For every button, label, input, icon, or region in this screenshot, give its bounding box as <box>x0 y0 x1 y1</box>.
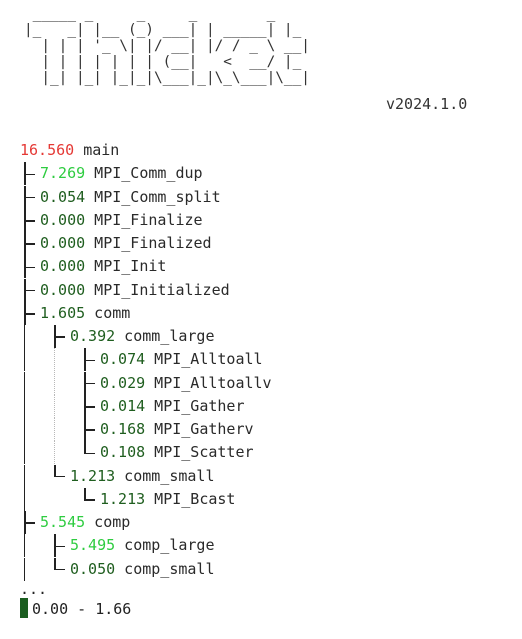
node-value: 5.495 <box>70 536 116 555</box>
tree-guide-line <box>54 371 56 395</box>
tree-node-comm: 1.605 comm <box>0 301 500 325</box>
tree-guide-line <box>24 487 26 511</box>
node-value: 1.213 <box>70 466 116 485</box>
tree-guide-line <box>24 325 26 348</box>
node-name: MPI_Alltoallv <box>145 373 272 392</box>
tree-guide-line <box>24 534 26 558</box>
node-name: MPI_Alltoall <box>145 350 263 369</box>
tree-guide-line <box>24 371 26 395</box>
tree-node-mpi-comm-dup: 7.269 MPI_Comm_dup <box>0 162 500 186</box>
node-name: MPI_Comm_split <box>85 187 221 206</box>
node-name: MPI_Finalize <box>85 210 203 229</box>
tree-guide-line <box>54 348 56 372</box>
tree-guide-line <box>24 394 26 418</box>
tree-guide-line <box>54 418 56 441</box>
node-name: MPI_Gatherv <box>145 420 254 438</box>
node-value: 0.108 <box>100 443 146 462</box>
node-name: MPI_Scatter <box>145 443 254 462</box>
node-name: MPI_Gather <box>145 396 245 415</box>
node-name: comm_small <box>115 466 215 485</box>
node-value: 0.000 <box>40 234 86 252</box>
node-name: comm_large <box>115 327 215 345</box>
tree-node-main: 16.560 main <box>0 139 500 162</box>
tree-node-comp-large: 5.495 comp_large <box>0 534 500 558</box>
tree-node-comp: 5.545 comp <box>0 511 500 534</box>
tree-guide-line <box>24 441 26 465</box>
tree-guide-line <box>54 394 56 418</box>
tree-node-mpi-alltoallv: 0.029 MPI_Alltoallv <box>0 371 500 395</box>
node-value: 0.168 <box>100 420 146 438</box>
tree-node-mpi-finalize: 0.000 MPI_Finalize <box>0 208 500 232</box>
node-value: 5.545 <box>40 513 86 531</box>
node-value: 0.014 <box>100 396 146 415</box>
tree-node-mpi-finalized: 0.000 MPI_Finalized <box>0 232 500 255</box>
node-value: 7.269 <box>40 164 86 183</box>
tree-node-mpi-gatherv: 0.168 MPI_Gatherv <box>0 418 500 441</box>
node-value: 0.074 <box>100 350 146 369</box>
node-name: comp_small <box>115 559 215 578</box>
node-value: 0.000 <box>40 280 86 299</box>
legend-range: 0.00 - 1.66 <box>32 600 132 618</box>
node-value: 1.213 <box>100 489 146 508</box>
tree-node-mpi-scatter: 0.108 MPI_Scatter <box>0 441 500 465</box>
node-value: 0.392 <box>70 327 116 345</box>
tree-continuation-line <box>24 559 26 581</box>
tree-node-comm-large: 0.392 comm_large <box>0 325 500 348</box>
tree-node-comp-small: 0.050 comp_small <box>0 557 500 581</box>
node-name: comm <box>85 303 131 322</box>
node-name: MPI_Finalized <box>85 234 212 252</box>
tree-node-mpi-alltoall: 0.074 MPI_Alltoall <box>0 348 500 372</box>
tree-node-mpi-bcast: 1.213 MPI_Bcast <box>0 487 500 511</box>
tree-node-mpi-init: 0.000 MPI_Init <box>0 255 500 279</box>
node-value: 0.054 <box>40 187 86 206</box>
node-name: MPI_Bcast <box>145 489 236 508</box>
tree-guide-line <box>24 464 26 488</box>
tree-ellipsis: ... <box>20 580 48 598</box>
node-name: main <box>74 141 120 159</box>
node-name: MPI_Init <box>85 257 167 276</box>
node-name: comp_large <box>115 536 215 555</box>
node-name: comp <box>85 513 131 531</box>
tree-guide-line <box>24 348 26 372</box>
legend-swatch <box>20 598 28 618</box>
node-value: 16.560 <box>20 141 75 159</box>
tree-node-mpi-gather: 0.014 MPI_Gather <box>0 394 500 418</box>
tree-guide-line <box>24 418 26 441</box>
color-legend: 0.00 - 1.66 <box>20 598 131 620</box>
node-value: 0.000 <box>40 257 86 276</box>
node-name: MPI_Initialized <box>85 280 230 299</box>
node-value: 0.029 <box>100 373 146 392</box>
node-value: 1.605 <box>40 303 86 322</box>
node-name: MPI_Comm_dup <box>85 164 203 183</box>
node-value: 0.050 <box>70 559 116 578</box>
thicket-ascii-banner: _____ _ _ _ _ |_ _| |__ (_) ___| | _____… <box>24 6 310 86</box>
tree-guide-line <box>54 441 56 465</box>
tree-node-mpi-comm-split: 0.054 MPI_Comm_split <box>0 185 500 209</box>
tree-node-mpi-initialized: 0.000 MPI_Initialized <box>0 278 500 302</box>
version-label: v2024.1.0 <box>386 95 468 113</box>
tree-node-comm-small: 1.213 comm_small <box>0 464 500 488</box>
node-value: 0.000 <box>40 210 86 229</box>
